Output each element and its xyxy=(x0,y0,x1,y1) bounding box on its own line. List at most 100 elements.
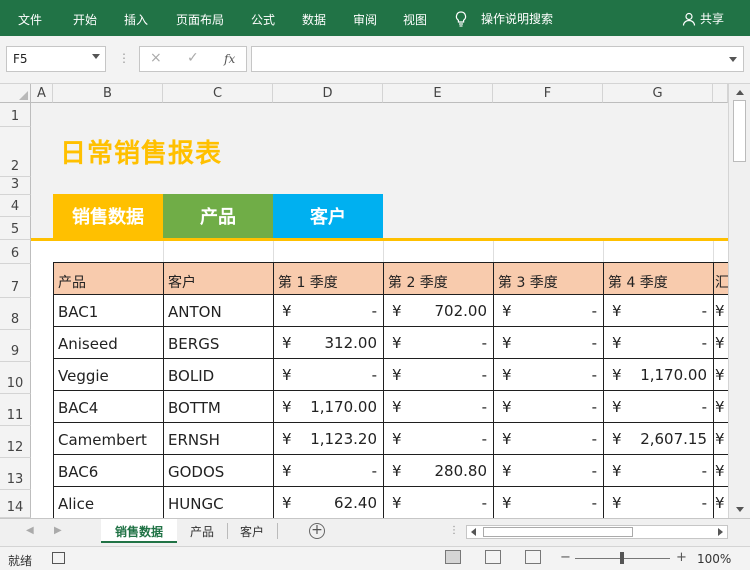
formula-input[interactable] xyxy=(251,46,744,72)
scroll-left-icon[interactable] xyxy=(471,528,476,536)
cell-customer[interactable]: ANTON xyxy=(163,294,274,327)
cell-q4[interactable]: ¥1,170.00 xyxy=(603,358,714,391)
row-header-8[interactable]: 8 xyxy=(0,298,31,330)
cell-customer[interactable]: BOTTM xyxy=(163,390,274,423)
nav-tab-products[interactable]: 产品 xyxy=(163,194,273,238)
cell-product[interactable]: Alice xyxy=(53,486,164,519)
cell-q2[interactable]: ¥ - xyxy=(383,422,494,455)
horizontal-scrollbar[interactable] xyxy=(466,525,728,539)
cell-q4[interactable]: ¥ - xyxy=(603,326,714,359)
scroll-down-icon[interactable] xyxy=(736,507,744,512)
column-header-b[interactable]: B xyxy=(53,84,163,103)
cell-product[interactable]: Camembert xyxy=(53,422,164,455)
cell-q3[interactable]: ¥ - xyxy=(493,422,604,455)
scroll-up-icon[interactable] xyxy=(736,90,744,95)
name-box[interactable]: F5 xyxy=(6,46,106,72)
header-product[interactable]: 产品 xyxy=(53,262,164,295)
cell-product[interactable]: BAC6 xyxy=(53,454,164,487)
column-header-f[interactable]: F xyxy=(493,84,603,103)
zoom-in-icon[interactable]: + xyxy=(676,550,687,565)
cancel-icon[interactable]: × xyxy=(150,50,162,66)
tab-split-handle-icon[interactable]: ⋮ xyxy=(449,525,459,536)
cell-q3[interactable]: ¥ - xyxy=(493,358,604,391)
row-header-7[interactable]: 7 xyxy=(0,264,31,298)
sheet-tab-products[interactable]: 产品 xyxy=(178,519,226,543)
cell-q1[interactable]: ¥312.00 xyxy=(273,326,384,359)
tab-home[interactable]: 开始 xyxy=(73,11,97,28)
cell-q3[interactable]: ¥ - xyxy=(493,390,604,423)
cell-q1[interactable]: ¥1,170.00 xyxy=(273,390,384,423)
row-header-4[interactable]: 4 xyxy=(0,195,31,217)
zoom-level[interactable]: 100% xyxy=(697,552,731,566)
vertical-scrollbar[interactable] xyxy=(728,84,750,518)
share-button[interactable]: 共享 xyxy=(682,10,724,27)
row-header-14[interactable]: 14 xyxy=(0,490,31,518)
tell-me-search[interactable]: 操作说明搜索 xyxy=(455,10,553,27)
cell-q4[interactable]: ¥ - xyxy=(603,390,714,423)
cell-customer[interactable]: HUNGC xyxy=(163,486,274,519)
column-header-a[interactable]: A xyxy=(31,84,53,103)
scroll-right-icon[interactable] xyxy=(718,528,723,536)
drag-handle-icon[interactable]: ⋮ xyxy=(118,51,130,65)
cell-q4[interactable]: ¥2,607.15 xyxy=(603,422,714,455)
cell-customer[interactable]: ERNSH xyxy=(163,422,274,455)
cell-q3[interactable]: ¥ - xyxy=(493,326,604,359)
column-header-d[interactable]: D xyxy=(273,84,383,103)
page-layout-view-icon[interactable] xyxy=(485,550,501,564)
cell-product[interactable]: BAC1 xyxy=(53,294,164,327)
cell-product[interactable]: Veggie xyxy=(53,358,164,391)
header-q2[interactable]: 第 2 季度 xyxy=(383,262,494,295)
cell-q1[interactable]: ¥ - xyxy=(273,358,384,391)
cell-q4[interactable]: ¥ - xyxy=(603,486,714,519)
tab-review[interactable]: 审阅 xyxy=(353,11,377,28)
hscroll-thumb[interactable] xyxy=(483,527,633,537)
cell-q1[interactable]: ¥ - xyxy=(273,454,384,487)
expand-formula-icon[interactable] xyxy=(729,57,737,62)
cell-q2[interactable]: ¥ - xyxy=(383,390,494,423)
cell-q3[interactable]: ¥ - xyxy=(493,294,604,327)
tab-formulas[interactable]: 公式 xyxy=(251,11,275,28)
column-header-e[interactable]: E xyxy=(383,84,493,103)
cell-customer[interactable]: GODOS xyxy=(163,454,274,487)
macro-record-icon[interactable] xyxy=(52,552,65,564)
cell-product[interactable]: BAC4 xyxy=(53,390,164,423)
row-header-11[interactable]: 11 xyxy=(0,394,31,426)
column-header-h[interactable] xyxy=(713,84,728,103)
tab-file[interactable]: 文件 xyxy=(18,11,42,28)
chevron-down-icon[interactable] xyxy=(92,54,100,59)
cell-q2[interactable]: ¥ - xyxy=(383,358,494,391)
cell-q4[interactable]: ¥ - xyxy=(603,294,714,327)
cell-q1[interactable]: ¥62.40 xyxy=(273,486,384,519)
row-header-12[interactable]: 12 xyxy=(0,426,31,458)
row-header-9[interactable]: 9 xyxy=(0,330,31,362)
tab-data[interactable]: 数据 xyxy=(302,11,326,28)
column-header-g[interactable]: G xyxy=(603,84,713,103)
header-customer[interactable]: 客户 xyxy=(163,262,274,295)
column-header-c[interactable]: C xyxy=(163,84,273,103)
row-header-5[interactable]: 5 xyxy=(0,217,31,240)
cell-q2[interactable]: ¥ - xyxy=(383,326,494,359)
normal-view-icon[interactable] xyxy=(445,550,461,564)
tab-page-layout[interactable]: 页面布局 xyxy=(176,11,224,28)
cell-q2[interactable]: ¥ - xyxy=(383,486,494,519)
cell-q2[interactable]: ¥280.80 xyxy=(383,454,494,487)
tab-view[interactable]: 视图 xyxy=(403,11,427,28)
header-q4[interactable]: 第 4 季度 xyxy=(603,262,714,295)
next-sheet-icon[interactable]: ▶ xyxy=(54,525,62,536)
select-all-button[interactable] xyxy=(0,84,31,103)
insert-function-icon[interactable]: fx xyxy=(224,52,235,66)
row-header-1[interactable]: 1 xyxy=(0,103,31,127)
scroll-thumb[interactable] xyxy=(733,100,746,162)
tab-insert[interactable]: 插入 xyxy=(124,11,148,28)
cell-customer[interactable]: BERGS xyxy=(163,326,274,359)
row-header-3[interactable]: 3 xyxy=(0,177,31,195)
row-header-6[interactable]: 6 xyxy=(0,240,31,264)
sheet-tab-sales-data[interactable]: 销售数据 xyxy=(101,519,177,543)
page-break-view-icon[interactable] xyxy=(525,550,541,564)
sheet-tab-customers[interactable]: 客户 xyxy=(228,519,276,543)
header-q1[interactable]: 第 1 季度 xyxy=(273,262,384,295)
row-header-13[interactable]: 13 xyxy=(0,458,31,490)
zoom-out-icon[interactable]: − xyxy=(560,550,571,565)
cell-q3[interactable]: ¥ - xyxy=(493,454,604,487)
cell-q1[interactable]: ¥1,123.20 xyxy=(273,422,384,455)
